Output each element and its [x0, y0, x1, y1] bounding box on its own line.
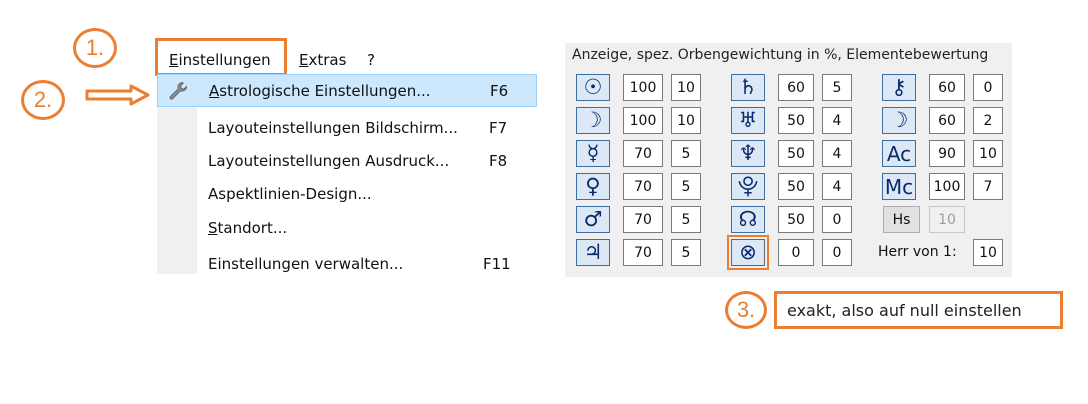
part-of-fortune-orb-field[interactable]: 0	[778, 239, 814, 266]
midheaven-icon[interactable]: Mc	[882, 173, 916, 200]
moon-element-field[interactable]: 10	[671, 107, 701, 134]
jupiter-orb-field[interactable]: 70	[623, 239, 663, 266]
menu-item-label: Standort...	[208, 219, 288, 237]
uranus-icon[interactable]: ♅	[731, 107, 765, 134]
menu-item-label: Layouteinstellungen Ausdruck...	[208, 152, 450, 170]
menu-item-layout-ausdruck[interactable]: Layouteinstellungen Ausdruck... F8	[157, 145, 537, 178]
wrench-icon	[169, 82, 187, 100]
einstellungen-dropdown: Astrologische Einstellungen... F6 Layout…	[157, 74, 537, 274]
menu-item-shortcut: F11	[483, 255, 511, 273]
part-of-fortune-icon[interactable]: ⊗	[727, 235, 769, 270]
ascendant-element-field[interactable]: 10	[973, 140, 1003, 167]
menu-item-standort[interactable]: Standort...	[157, 212, 537, 245]
node-icon[interactable]: ☊	[731, 206, 765, 233]
moon-orb-field[interactable]: 100	[623, 107, 663, 134]
menu-item-label: Einstellungen verwalten...	[208, 255, 404, 273]
chiron-element-field[interactable]: 0	[973, 74, 1003, 101]
sun-icon[interactable]: ☉	[576, 74, 610, 101]
uranus-element-field[interactable]: 4	[822, 107, 852, 134]
herr-von-1-field[interactable]: 10	[973, 239, 1003, 266]
sun-element-field[interactable]: 10	[671, 74, 701, 101]
venus-element-field[interactable]: 5	[671, 173, 701, 200]
mars-element-field[interactable]: 5	[671, 206, 701, 233]
chiron-orb-field[interactable]: 60	[929, 74, 965, 101]
lilith-icon[interactable]: ☽	[882, 107, 916, 134]
neptune-element-field[interactable]: 4	[822, 140, 852, 167]
orb-weighting-panel: Anzeige, spez. Orbengewichtung in %, Ele…	[565, 43, 1012, 277]
step-3-callout: exakt, also auf null einstellen	[774, 291, 1063, 329]
ascendant-icon[interactable]: Ac	[882, 140, 916, 167]
midheaven-element-field[interactable]: 7	[973, 173, 1003, 200]
step-2-marker: 2.	[21, 80, 65, 120]
menu-item-shortcut: F6	[490, 82, 509, 100]
node-element-field[interactable]: 0	[822, 206, 852, 233]
uranus-orb-field[interactable]: 50	[778, 107, 814, 134]
jupiter-icon[interactable]: ♃	[576, 239, 610, 266]
ascendant-orb-field[interactable]: 90	[929, 140, 965, 167]
node-orb-field[interactable]: 50	[778, 206, 814, 233]
chiron-icon[interactable]: ⚷	[882, 74, 916, 101]
menu-extras[interactable]: Extras	[299, 51, 346, 69]
venus-orb-field[interactable]: 70	[623, 173, 663, 200]
menu-item-label: Aspektlinien-Design...	[208, 185, 372, 203]
mars-orb-field[interactable]: 70	[623, 206, 663, 233]
venus-icon[interactable]: ♀	[576, 173, 610, 200]
panel-title: Anzeige, spez. Orbengewichtung in %, Ele…	[572, 47, 989, 63]
menu-help[interactable]: ?	[367, 51, 375, 69]
menu-item-astrologische-einstellungen[interactable]: Astrologische Einstellungen... F6	[157, 74, 537, 107]
neptune-icon[interactable]: ♆	[731, 140, 765, 167]
lilith-orb-field[interactable]: 60	[929, 107, 965, 134]
pluto-icon[interactable]: ⯓	[731, 173, 765, 200]
pluto-orb-field[interactable]: 50	[778, 173, 814, 200]
menu-item-label: Astrologische Einstellungen...	[209, 82, 431, 100]
mercury-element-field[interactable]: 5	[671, 140, 701, 167]
mercury-orb-field[interactable]: 70	[623, 140, 663, 167]
menu-item-einstellungen-verwalten[interactable]: Einstellungen verwalten... F11	[157, 248, 537, 281]
neptune-orb-field[interactable]: 50	[778, 140, 814, 167]
menu-item-layout-bildschirm[interactable]: Layouteinstellungen Bildschirm... F7	[157, 112, 537, 145]
herr-von-1-label: Herr von 1:	[878, 244, 957, 260]
saturn-element-field[interactable]: 5	[822, 74, 852, 101]
houses-value-field: 10	[929, 206, 965, 233]
arrow-right-icon	[85, 84, 150, 106]
menu-item-label: Layouteinstellungen Bildschirm...	[208, 119, 458, 137]
sun-orb-field[interactable]: 100	[623, 74, 663, 101]
step-3-marker: 3.	[725, 291, 767, 329]
menu-einstellungen-highlight-box	[155, 38, 287, 76]
step-1-marker: 1.	[73, 28, 117, 68]
mars-icon[interactable]: ♂	[576, 206, 610, 233]
part-of-fortune-element-field[interactable]: 0	[822, 239, 852, 266]
saturn-orb-field[interactable]: 60	[778, 74, 814, 101]
midheaven-orb-field[interactable]: 100	[929, 173, 965, 200]
menu-item-aspektlinien-design[interactable]: Aspektlinien-Design...	[157, 178, 537, 211]
menu-item-shortcut: F8	[489, 152, 508, 170]
houses-button[interactable]: Hs	[883, 206, 920, 233]
saturn-icon[interactable]: ♄	[731, 74, 765, 101]
mercury-icon[interactable]: ☿	[576, 140, 610, 167]
lilith-element-field[interactable]: 2	[973, 107, 1003, 134]
jupiter-element-field[interactable]: 5	[671, 239, 701, 266]
moon-icon[interactable]: ☽	[576, 107, 610, 134]
pluto-element-field[interactable]: 4	[822, 173, 852, 200]
menu-item-shortcut: F7	[489, 119, 508, 137]
